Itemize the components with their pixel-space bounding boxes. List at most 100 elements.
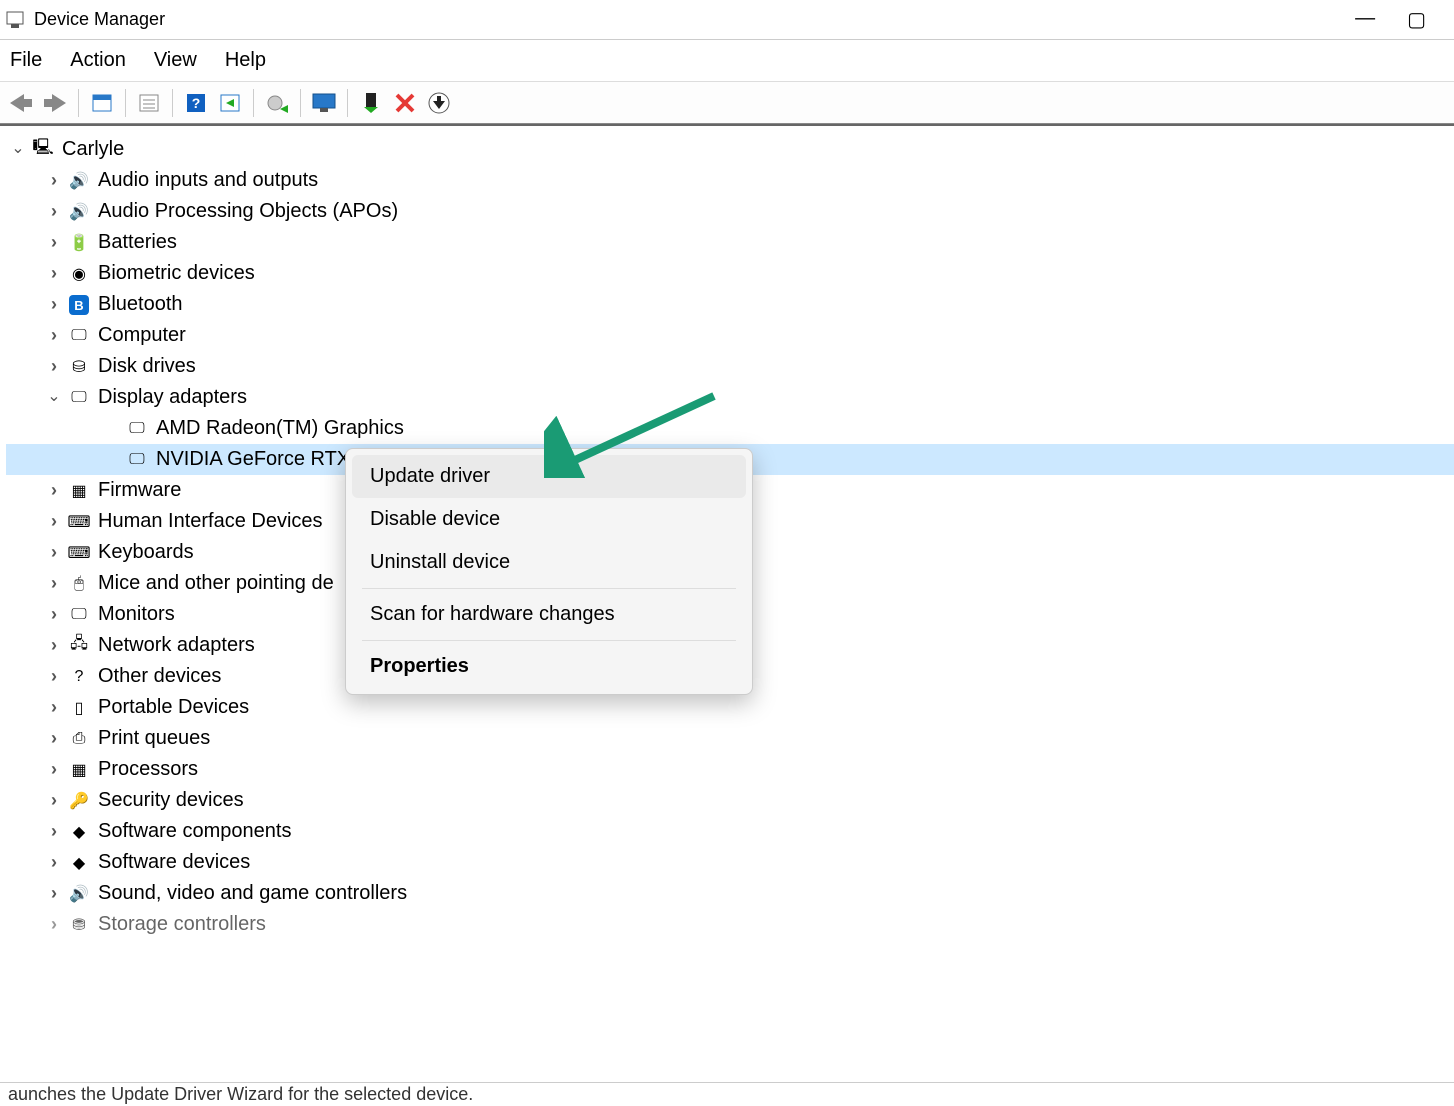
maximize-button[interactable]: ▢ [1407,7,1426,32]
tree-category-display-adapters[interactable]: 🖵Display adapters [6,382,1454,413]
tree-device-amd[interactable]: 🖵AMD Radeon(TM) Graphics [6,413,1454,444]
tree-category[interactable]: ▯Portable Devices [6,692,1454,723]
cpu-icon: ▦ [66,757,92,783]
tree-category[interactable]: ◉Biometric devices [6,258,1454,289]
chevron-right-icon[interactable] [44,480,64,501]
printer-icon: ⎙ [66,726,92,752]
cm-update-driver[interactable]: Update driver [352,455,746,498]
unknown-icon: ? [66,664,92,690]
chevron-right-icon[interactable] [44,635,64,656]
menu-view[interactable]: View [154,49,197,72]
tree-category[interactable]: 🔊Audio inputs and outputs [6,165,1454,196]
show-hidden-icon[interactable] [87,88,117,118]
chevron-right-icon[interactable] [44,914,64,935]
menu-file[interactable]: File [10,49,42,72]
chevron-down-icon[interactable] [44,388,64,408]
tree-category[interactable]: BBluetooth [6,289,1454,320]
scan-icon[interactable] [215,88,245,118]
chevron-down-icon[interactable] [8,140,28,160]
root-label: Carlyle [62,138,124,161]
update-driver-icon[interactable] [262,88,292,118]
chevron-right-icon[interactable] [44,697,64,718]
chevron-right-icon[interactable] [44,170,64,191]
menu-help[interactable]: Help [225,49,266,72]
chevron-right-icon[interactable] [44,356,64,377]
cm-properties[interactable]: Properties [352,645,746,688]
security-icon: 🔑 [66,788,92,814]
swdev-icon: ◆ [66,850,92,876]
display-icon: 🖵 [66,385,92,411]
properties-icon[interactable] [134,88,164,118]
chevron-right-icon[interactable] [44,263,64,284]
status-text: aunches the Update Driver Wizard for the… [8,1084,473,1105]
keyboard-icon: ⌨ [66,540,92,566]
fingerprint-icon: ◉ [66,261,92,287]
portable-icon: ▯ [66,695,92,721]
network-icon: 🖧 [66,633,92,659]
tree-category[interactable]: 🔊Audio Processing Objects (APOs) [6,196,1454,227]
monitor-icon: 🖵 [66,602,92,628]
app-icon [4,9,26,31]
down-icon[interactable] [424,88,454,118]
tree-category[interactable]: ⛃Storage controllers [6,909,1454,940]
speaker-icon: 🔊 [66,881,92,907]
chevron-right-icon[interactable] [44,790,64,811]
swcomp-icon: ◆ [66,819,92,845]
chevron-right-icon[interactable] [44,728,64,749]
chevron-right-icon[interactable] [44,604,64,625]
cm-separator [362,588,736,589]
tree-category[interactable]: 🔊Sound, video and game controllers [6,878,1454,909]
mouse-icon: 🖱 [66,571,92,597]
forward-icon[interactable] [40,88,70,118]
chevron-right-icon[interactable] [44,232,64,253]
window-title: Device Manager [34,9,165,30]
svg-text:B: B [74,298,83,313]
cm-scan-hardware[interactable]: Scan for hardware changes [352,593,746,636]
display-icon: 🖵 [124,447,150,473]
battery-icon: 🔋 [66,230,92,256]
cm-separator [362,640,736,641]
tree-category[interactable]: 🔋Batteries [6,227,1454,258]
tree-category[interactable]: ◆Software components [6,816,1454,847]
disk-icon: ⛁ [66,354,92,380]
chevron-right-icon[interactable] [44,542,64,563]
tree-category[interactable]: ⎙Print queues [6,723,1454,754]
tree-root[interactable]: 🖳 Carlyle [6,134,1454,165]
storage-icon: ⛃ [66,912,92,938]
back-icon[interactable] [6,88,36,118]
cm-uninstall-device[interactable]: Uninstall device [352,541,746,584]
chevron-right-icon[interactable] [44,201,64,222]
computer-icon: 🖳 [30,137,56,163]
chevron-right-icon[interactable] [44,294,64,315]
monitor-icon[interactable] [309,88,339,118]
speaker-icon: 🔊 [66,168,92,194]
monitor-icon: 🖵 [66,323,92,349]
chevron-right-icon[interactable] [44,759,64,780]
chevron-right-icon[interactable] [44,325,64,346]
chevron-right-icon[interactable] [44,573,64,594]
tree-category[interactable]: ▦Processors [6,754,1454,785]
chip-icon: ▦ [66,478,92,504]
tree-category[interactable]: 🖵Computer [6,320,1454,351]
tree-category[interactable]: ◆Software devices [6,847,1454,878]
enable-icon[interactable] [356,88,386,118]
chevron-right-icon[interactable] [44,666,64,687]
chevron-right-icon[interactable] [44,883,64,904]
chevron-right-icon[interactable] [44,511,64,532]
cm-disable-device[interactable]: Disable device [352,498,746,541]
bluetooth-icon: B [66,292,92,318]
display-icon: 🖵 [124,416,150,442]
tree-category[interactable]: 🔑Security devices [6,785,1454,816]
device-tree[interactable]: 🖳 Carlyle 🔊Audio inputs and outputs 🔊Aud… [0,124,1454,1082]
menu-action[interactable]: Action [70,49,126,72]
chevron-right-icon[interactable] [44,852,64,873]
toolbar: ? [0,82,1454,124]
help-icon[interactable]: ? [181,88,211,118]
disable-icon[interactable] [390,88,420,118]
titlebar: Device Manager — ▢ [0,0,1454,40]
minimize-button[interactable]: — [1355,7,1375,32]
context-menu: Update driver Disable device Uninstall d… [345,448,753,695]
tree-category[interactable]: ⛁Disk drives [6,351,1454,382]
chevron-right-icon[interactable] [44,821,64,842]
speaker-icon: 🔊 [66,199,92,225]
